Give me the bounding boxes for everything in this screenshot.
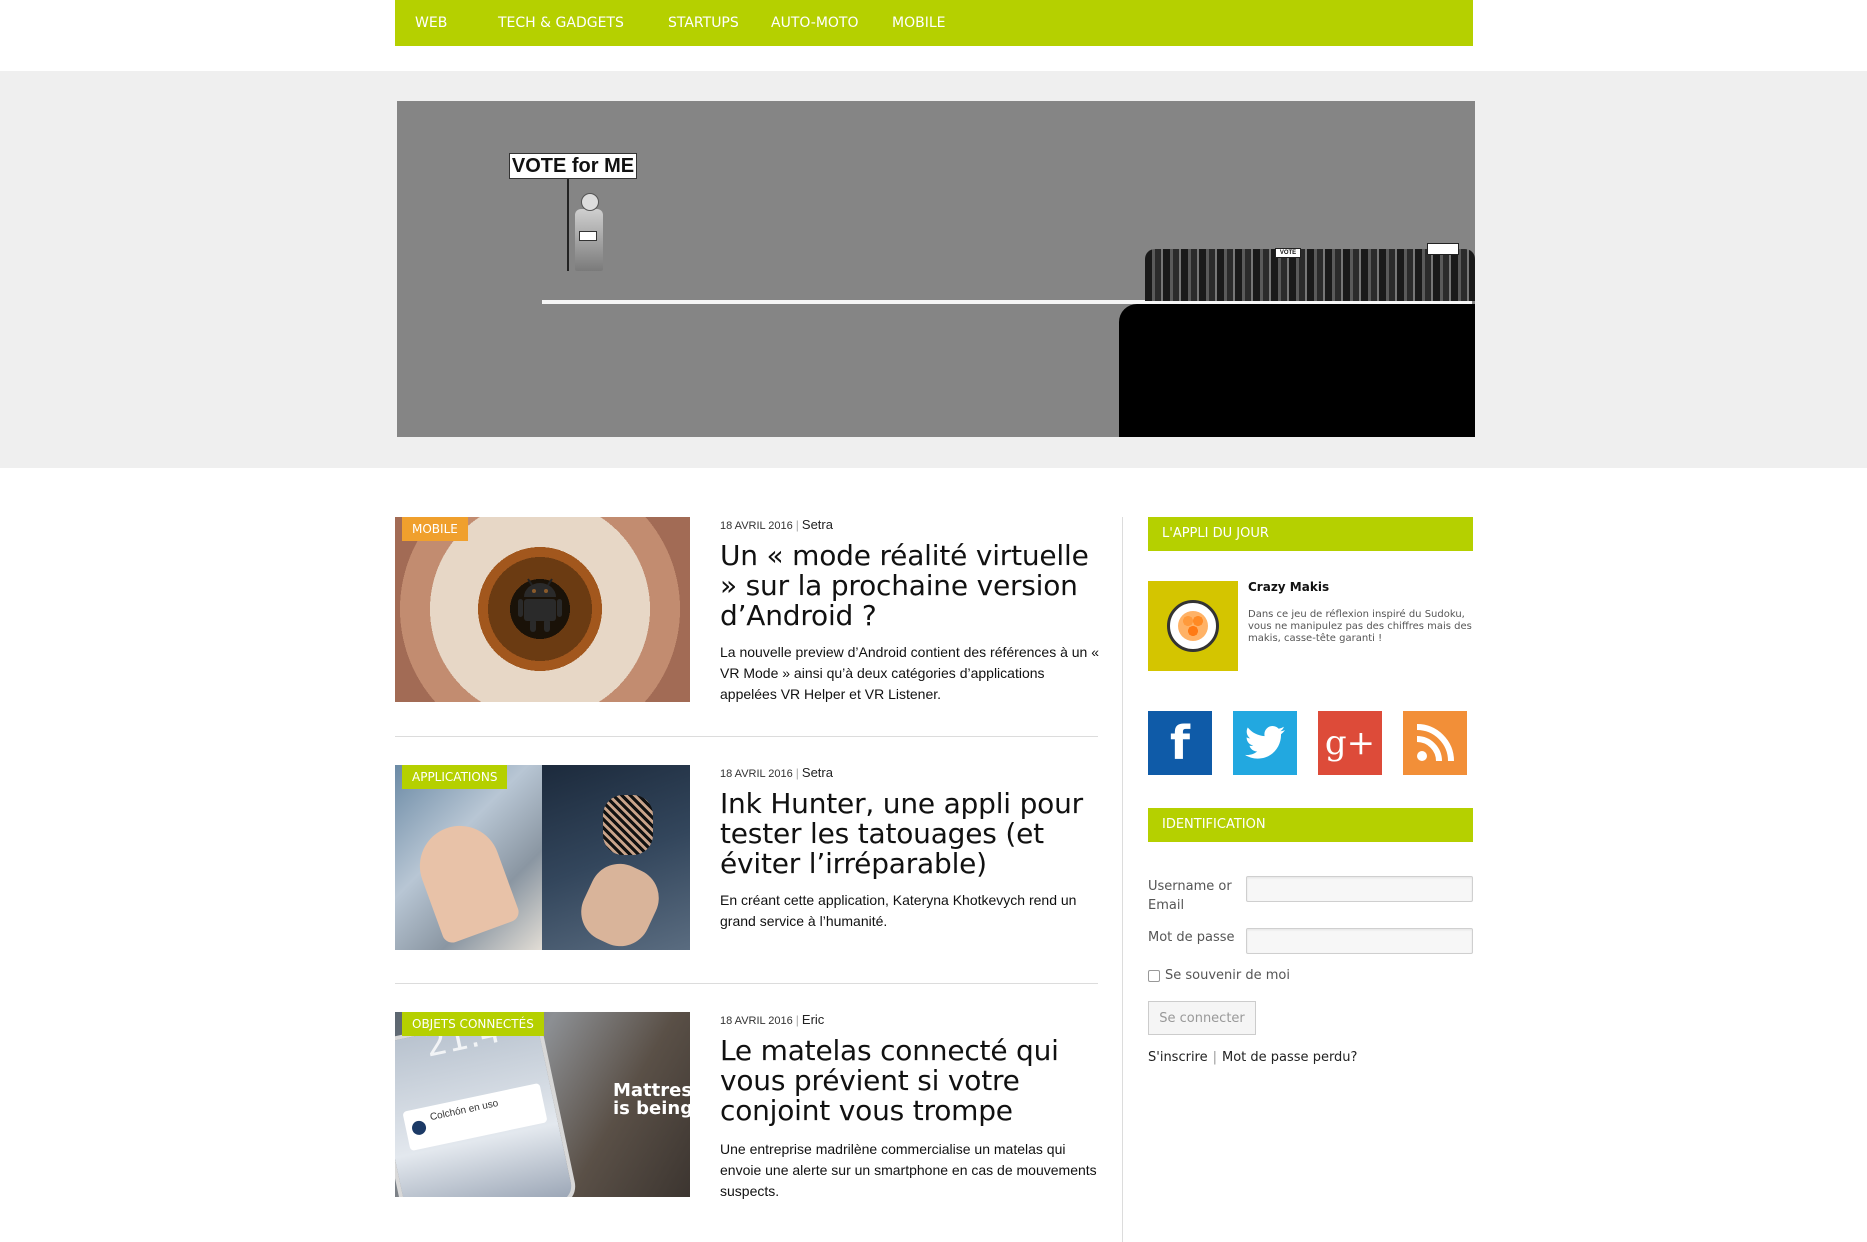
article-excerpt: La nouvelle preview d’Android contient d… [720, 644, 1100, 702]
password-label: Mot de passe [1148, 930, 1235, 945]
crowd-sign: VOTE [1275, 248, 1301, 258]
google-plus-icon[interactable]: g+ [1318, 711, 1382, 775]
meta-separator: | [795, 1013, 799, 1027]
vote-sign: VOTE for ME [509, 153, 637, 179]
crowd [1145, 249, 1475, 301]
article-excerpt: Une entreprise madrilène commercialise u… [720, 1141, 1097, 1199]
maki-icon [1178, 611, 1208, 641]
article-title[interactable]: Le matelas connecté qui vous prévient si… [720, 1036, 1100, 1126]
divider [395, 736, 1098, 737]
remember-checkbox[interactable] [1148, 970, 1160, 982]
article-card: MOBILE 18 AVRIL 2016 | Setra Un « mode réa… [395, 517, 1100, 737]
username-label: Username or Email [1148, 879, 1232, 913]
article-card: 21:4 Colchón en uso Mattress is being u … [395, 1012, 1098, 1202]
main-nav: WEB TECH & GADGETS STARTUPS AUTO-MOTO MO… [395, 0, 1473, 46]
remember-label[interactable]: Se souvenir de moi [1165, 968, 1290, 983]
app-description: Dans ce jeu de réflexion inspiré du Sudo… [1248, 609, 1472, 644]
category-badge[interactable]: MOBILE [402, 517, 468, 541]
article-meta: 18 AVRIL 2016 | Setra [720, 765, 833, 780]
login-links: S'inscrire | Mot de passe perdu? [1148, 1050, 1357, 1065]
nav-item-web[interactable]: WEB [415, 15, 447, 31]
nav-item-tech-gadgets[interactable]: TECH & GADGETS [498, 15, 624, 31]
meta-separator: | [795, 766, 799, 780]
login-button[interactable]: Se connecter [1148, 1001, 1256, 1035]
article-card: APPLICATIONS 18 AVRIL 2016 | Setra Ink Hun… [395, 765, 1098, 985]
app-thumbnail[interactable] [1148, 581, 1238, 671]
sign-pole [567, 179, 569, 271]
banner-ad[interactable]: VOTE for ME VOTE [397, 101, 1475, 437]
man-small-sign [579, 231, 597, 241]
thumb-wrist-tattoo [603, 795, 653, 855]
rss-icon[interactable] [1403, 711, 1467, 775]
android-icon [518, 578, 562, 632]
article-date: 18 AVRIL 2016 [720, 768, 793, 780]
rss-feed-icon [1416, 724, 1454, 762]
thumb-overlay-line: is being u [613, 1098, 690, 1119]
article-meta: 18 AVRIL 2016 | Setra [720, 517, 833, 532]
app-title[interactable]: Crazy Makis [1248, 580, 1329, 594]
login-heading: IDENTIFICATION [1148, 808, 1473, 842]
article-author[interactable]: Setra [802, 765, 833, 780]
username-field[interactable] [1246, 876, 1473, 902]
thumb-overlay-text: Mattress is being u [613, 1082, 690, 1118]
category-badge[interactable]: APPLICATIONS [402, 765, 508, 789]
app-of-day-heading: L'APPLI DU JOUR [1148, 517, 1473, 551]
meta-separator: | [795, 518, 799, 532]
lost-password-link[interactable]: Mot de passe perdu? [1222, 1050, 1357, 1065]
article-excerpt: En créant cette application, Kateryna Kh… [720, 892, 1077, 929]
nav-item-mobile[interactable]: MOBILE [892, 15, 945, 31]
article-date: 18 AVRIL 2016 [720, 1015, 793, 1027]
crowd-banner [1427, 243, 1459, 255]
article-title[interactable]: Ink Hunter, une appli pour tester les ta… [720, 789, 1100, 879]
category-badge[interactable]: OBJETS CONNECTÉS [402, 1012, 544, 1036]
twitter-bird-icon [1245, 726, 1285, 759]
twitter-icon[interactable] [1233, 711, 1297, 775]
column-divider [1122, 517, 1123, 1242]
facebook-icon[interactable]: f [1148, 711, 1212, 775]
nav-item-startups[interactable]: STARTUPS [668, 15, 739, 31]
cliff [1119, 304, 1475, 437]
links-separator: | [1212, 1050, 1218, 1065]
article-title[interactable]: Un « mode réalité virtuelle » sur la pro… [720, 541, 1100, 631]
man-head [581, 193, 599, 211]
nav-item-auto-moto[interactable]: AUTO-MOTO [771, 15, 859, 31]
article-author[interactable]: Setra [802, 517, 833, 532]
article-author[interactable]: Eric [802, 1012, 824, 1027]
article-meta: 18 AVRIL 2016 | Eric [720, 1012, 824, 1027]
article-thumbnail[interactable]: APPLICATIONS [395, 765, 690, 950]
register-link[interactable]: S'inscrire [1148, 1050, 1208, 1065]
article-date: 18 AVRIL 2016 [720, 520, 793, 532]
article-thumbnail[interactable]: 21:4 Colchón en uso Mattress is being u … [395, 1012, 690, 1197]
divider [395, 983, 1098, 984]
password-field[interactable] [1246, 928, 1473, 954]
article-thumbnail[interactable]: MOBILE [395, 517, 690, 702]
